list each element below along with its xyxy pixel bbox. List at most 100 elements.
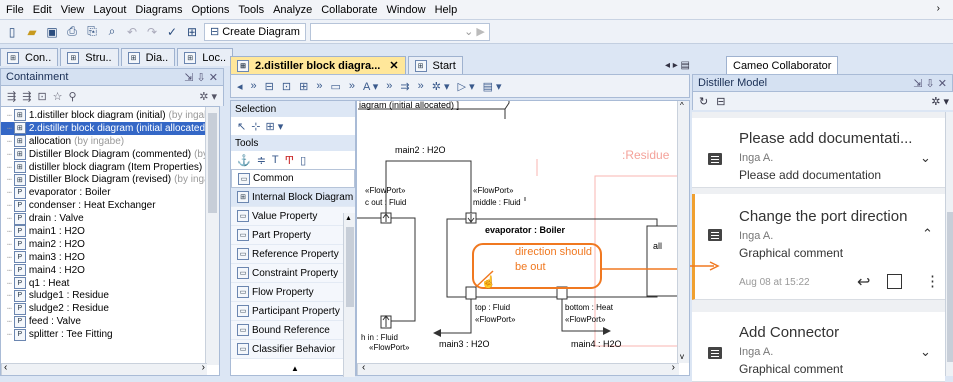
tree-item[interactable]: ┄ Psludge1 : Residue (1, 289, 219, 302)
search-icon[interactable]: ⚲ (69, 90, 77, 103)
comment-card-1[interactable]: Please add documentati... Inga A. Please… (692, 118, 945, 188)
expand-icon[interactable]: ⇶ (22, 90, 31, 103)
palette-item[interactable]: ▭ Reference Property (231, 245, 355, 264)
text-icon[interactable]: T (272, 154, 279, 166)
undo-icon[interactable]: ↶ (124, 24, 140, 40)
menu-diagrams[interactable]: Diagrams (135, 4, 182, 16)
palette-item[interactable]: ▭ Constraint Property (231, 264, 355, 283)
collab-gear-icon[interactable]: ✲ ▾ (931, 95, 949, 108)
more-options-icon[interactable]: ⋮ (925, 272, 940, 290)
gear-icon[interactable]: ✲ ▾ (199, 90, 217, 103)
tab-lock[interactable]: ⊞ Loc.. (177, 48, 234, 66)
back-icon[interactable]: ◂ (237, 80, 243, 93)
toolbar-overflow3-icon[interactable]: » (349, 80, 355, 92)
close-tab-icon[interactable]: ✕ (389, 59, 398, 72)
find-icon[interactable]: ⌕ (104, 24, 120, 40)
expand-chevron-icon[interactable]: ⌄ (920, 150, 931, 166)
pointer-icon[interactable]: ↖ (237, 120, 246, 133)
comment-card-2[interactable]: Change the port direction Inga A. Graphi… (692, 194, 945, 300)
palette-item[interactable]: ▭ Flow Property (231, 283, 355, 302)
print-preview-icon[interactable]: ⎘ (84, 24, 100, 40)
shape-tool-icon[interactable]: ▭ (330, 80, 340, 93)
tab-start[interactable]: ⊞ Start (407, 56, 463, 74)
marquee-icon[interactable]: ⊹ (251, 120, 260, 133)
canvas-vscrollbar[interactable]: ^ v (677, 101, 689, 363)
tab-cameo-collaborator[interactable]: Cameo Collaborator (726, 56, 839, 74)
tree-hscrollbar[interactable]: ‹ › (1, 362, 207, 375)
menu-tools[interactable]: Tools (238, 4, 264, 16)
menu-edit[interactable]: Edit (33, 4, 52, 16)
toolbar-overflow-icon[interactable]: » (251, 80, 257, 92)
open-project-icon[interactable]: ▰ (24, 24, 40, 40)
palette-item[interactable]: ▭ Classifier Behavior (231, 340, 355, 359)
palette-item[interactable]: ▭ Part Property (231, 226, 355, 245)
tree-item[interactable]: ┄ ⊞ Distiller Block Diagram (revised) (by i… (1, 173, 219, 186)
residue-label[interactable]: :Residue (622, 148, 669, 162)
tree-item[interactable]: ┄ Pfeed : Valve (1, 315, 219, 328)
scroll-left-icon[interactable]: ‹ (4, 362, 7, 373)
comment-text-line2[interactable]: be out (515, 261, 546, 273)
tab-diagrams[interactable]: ⊞ Dia.. (120, 48, 176, 66)
palette-item[interactable]: ▭ Value Property (231, 207, 355, 226)
middle-port-label[interactable]: middle : Fluid (473, 198, 521, 207)
new-project-icon[interactable]: ▯ (4, 24, 20, 40)
tree-item[interactable]: ┄ Pmain3 : H2O (1, 251, 219, 264)
tree-item[interactable]: ┄ ⊞ allocation (by ingabe) (1, 135, 219, 148)
image-icon[interactable]: Ͳ (285, 154, 294, 167)
scroll-right-icon[interactable]: › (202, 362, 205, 373)
diagram-canvas[interactable]: iagram (initial allocated) ] main2 : H2O… (356, 100, 690, 376)
main4-label[interactable]: main4 : H2O (571, 339, 622, 349)
reply-icon[interactable]: ↩ (857, 272, 870, 292)
create-diagram-button[interactable]: ⊟ Create Diagram (204, 22, 306, 41)
main2-label[interactable]: main2 : H2O (395, 145, 446, 155)
menu-analyze[interactable]: Analyze (273, 4, 312, 16)
palette-scroll-up-icon[interactable]: ▲ (291, 364, 299, 373)
tree-item[interactable]: ┄ Pmain1 : H2O (1, 225, 219, 238)
right-panel-controls[interactable]: ⇲ ⇩ ✕ (913, 77, 947, 90)
tree-item[interactable]: ┄ ⊞ distiller block diagram (Item Properti… (1, 161, 219, 174)
toolbar-overflow4-icon[interactable]: » (386, 80, 392, 92)
grid-select-icon[interactable]: ⊞ ▾ (265, 120, 283, 133)
toolbar-overflow5-icon[interactable]: » (418, 80, 424, 92)
palette-item[interactable]: ▭ Bound Reference (231, 321, 355, 340)
tree-item[interactable]: ┄ Psplitter : Tee Fitting (1, 328, 219, 341)
resolve-checkbox[interactable] (887, 274, 902, 289)
text-tool-icon[interactable]: A ▾ (363, 80, 378, 93)
menu-help[interactable]: Help (435, 4, 458, 16)
menu-collaborate[interactable]: Collaborate (321, 4, 377, 16)
print-icon[interactable]: ⎙ (64, 24, 80, 40)
canvas-scroll-left-icon[interactable]: ‹ (362, 362, 365, 373)
path-tool-icon[interactable]: ⇉ (400, 80, 409, 93)
tree-item[interactable]: ┄ Pevaporator : Boiler (1, 186, 219, 199)
comment-text-line1[interactable]: direction should (515, 246, 592, 258)
comment-card-3[interactable]: Add Connector Inga A. Graphical comment … (692, 312, 945, 382)
align-tool-icon[interactable]: ⊡ (282, 80, 291, 93)
refresh-icon[interactable]: ↻ (699, 95, 708, 108)
filter-icon[interactable]: ⊟ (716, 95, 725, 108)
tab-containment[interactable]: ⊞ Con.. (0, 48, 59, 66)
top-port-label[interactable]: top : Fluid (475, 303, 510, 312)
bottom-port-label[interactable]: bottom : Heat (565, 303, 613, 312)
menu-options[interactable]: Options (191, 4, 229, 16)
canvas-scroll-up-icon[interactable]: ^ (680, 101, 684, 110)
collapse-icon[interactable]: ⇶ (7, 90, 16, 103)
separator-icon[interactable]: ≑ (257, 154, 266, 167)
palette-common[interactable]: ▭ Common (231, 169, 355, 188)
tab-diagram[interactable]: ⊞ 2.distiller block diagra... ✕ (230, 56, 406, 74)
play-icon[interactable]: ▷ ▾ (458, 80, 475, 93)
validate-icon[interactable]: ✓ (164, 24, 180, 40)
tree-item[interactable]: ┄ Pq1 : Heat (1, 277, 219, 290)
canvas-hscrollbar[interactable]: ‹ › (357, 362, 679, 375)
evaporator-block[interactable]: evaporator : Boiler (485, 225, 565, 235)
tab-structure[interactable]: ⊞ Stru.. (60, 48, 119, 66)
export-icon[interactable]: ▤ ▾ (483, 80, 502, 93)
menu-overflow-icon[interactable]: › (937, 3, 940, 14)
folder-icon[interactable]: ⊡ (37, 90, 46, 103)
tree-item[interactable]: ┄ Pmain4 : H2O (1, 264, 219, 277)
save-icon[interactable]: ▣ (44, 24, 60, 40)
comments-scroll-thumb[interactable] (947, 212, 953, 362)
diagram-gear-icon[interactable]: ✲ ▾ (432, 80, 450, 93)
canvas-scroll-right-icon[interactable]: › (672, 362, 675, 373)
menu-layout[interactable]: Layout (93, 4, 126, 16)
expand-chevron-icon[interactable]: ⌄ (920, 344, 931, 360)
